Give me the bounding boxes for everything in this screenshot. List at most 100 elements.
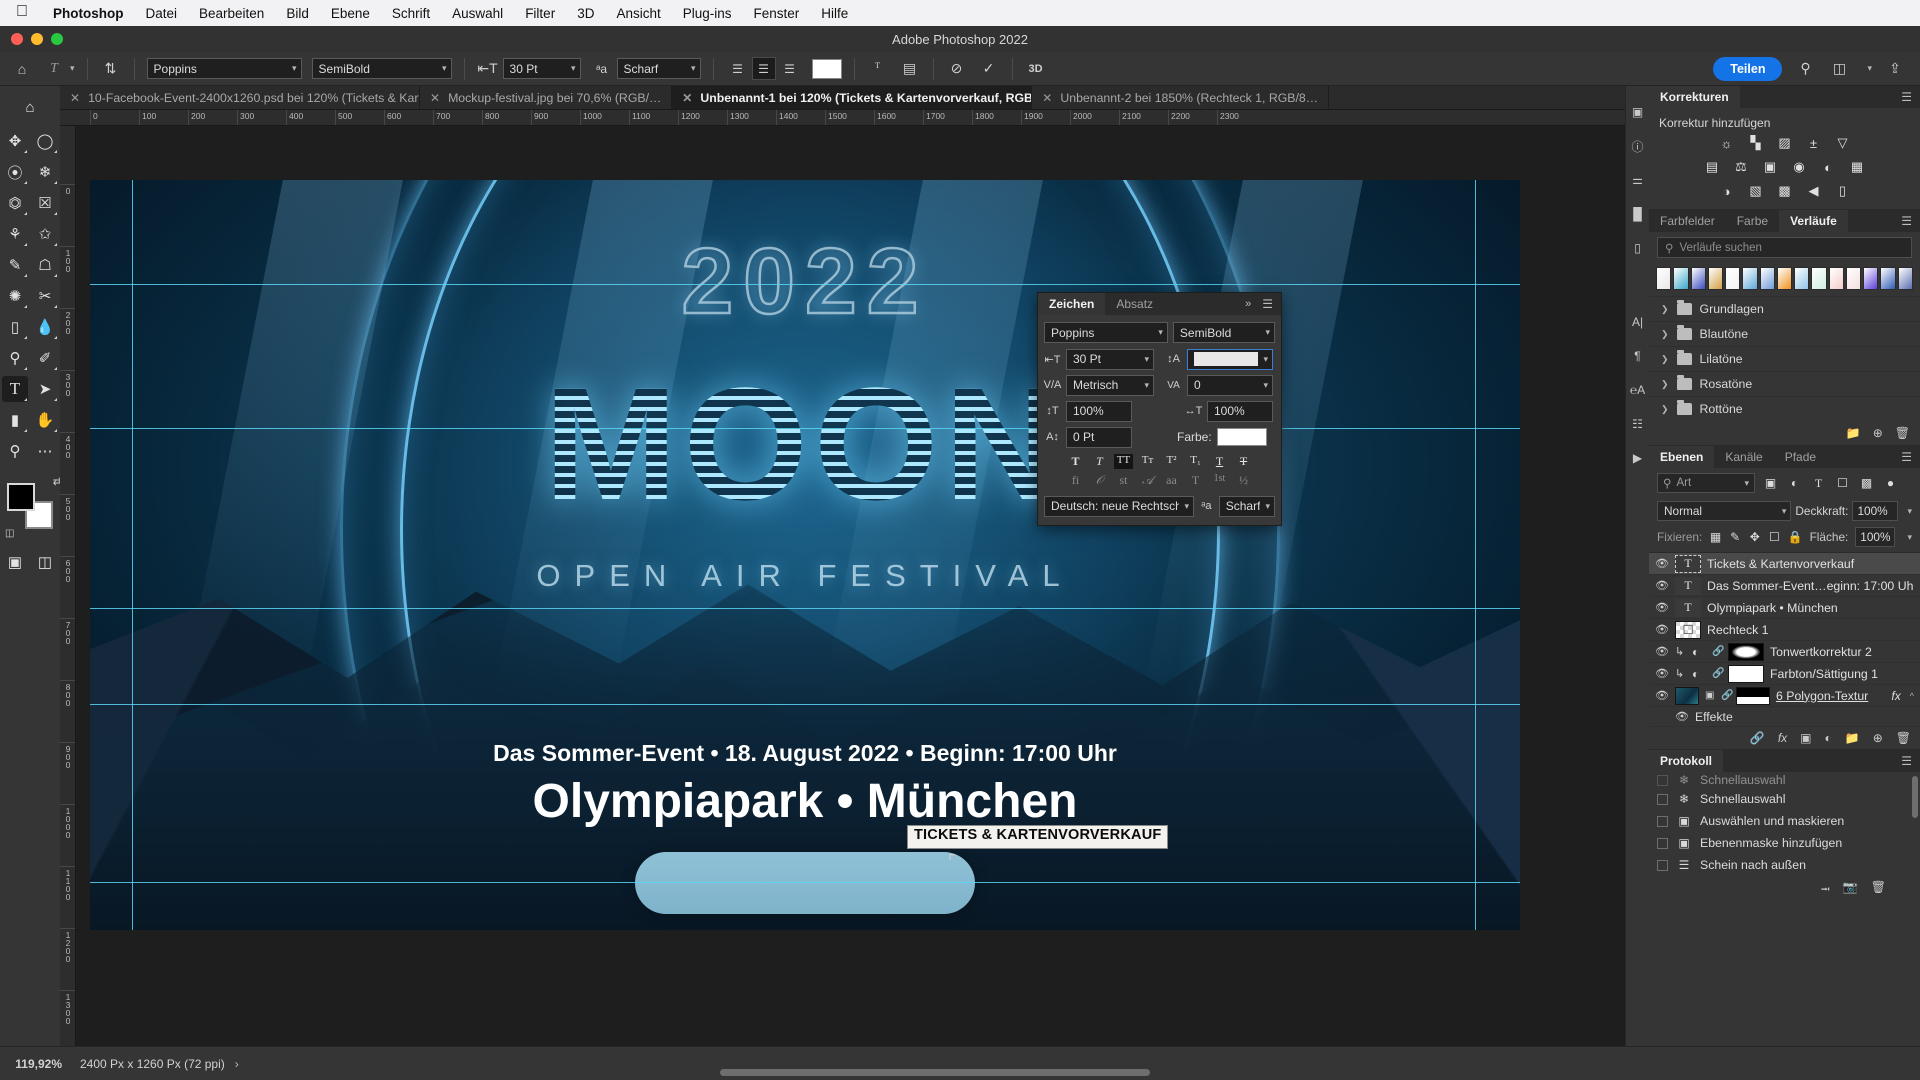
standard-ligatures-icon[interactable]: fi — [1066, 473, 1085, 488]
chevron-down-icon[interactable]: ▾ — [1862, 63, 1872, 74]
history-item[interactable]: ❄ Schnellauswahl — [1649, 772, 1920, 788]
layer-fx-indicator[interactable]: fx — [1891, 689, 1903, 703]
cancel-edit-button[interactable]: ⊘ — [941, 52, 973, 86]
tab-korrekturen[interactable]: Korrekturen — [1649, 86, 1740, 108]
gradient-folder-row[interactable]: ❯ Grundlagen — [1649, 296, 1920, 321]
layer-row[interactable]: 👁 T Das Sommer-Event…eginn: 17:00 Uhr — [1649, 575, 1920, 597]
layer-thumbnail-text[interactable]: T — [1675, 598, 1701, 617]
font-size-control[interactable]: ⇤T 30 Pt ▾ — [472, 52, 586, 86]
3d-button[interactable]: 3D — [1020, 52, 1052, 86]
tab-protokoll[interactable]: Protokoll — [1649, 750, 1724, 772]
chevron-down-icon[interactable]: ▾ — [1902, 506, 1912, 517]
gradient-search-input[interactable]: ⚲ Verläufe suchen — [1657, 237, 1912, 258]
color-panel-icon[interactable]: ▣ — [1628, 102, 1648, 122]
adjustment-icon[interactable]: ◐ — [1692, 645, 1706, 659]
history-item[interactable]: ▣ Auswählen und maskieren — [1649, 810, 1920, 832]
more-tools-icon[interactable]: ⋯ — [32, 438, 58, 464]
new-group-icon[interactable]: 📁 — [1845, 731, 1860, 745]
gradient-map-icon[interactable]: ◀ — [1804, 182, 1824, 200]
paragraph-panel-icon[interactable]: ¶ — [1628, 346, 1648, 366]
history-item[interactable]: ▣ Ebenenmaske hinzufügen — [1649, 832, 1920, 854]
align-right-icon[interactable]: ☰ — [778, 57, 802, 80]
delete-state-icon[interactable]: 🗑 — [1871, 880, 1886, 901]
menu-item-datei[interactable]: Datei — [135, 6, 189, 21]
paragraph-styles-icon[interactable]: ℮A — [1628, 380, 1648, 400]
tab-pfade[interactable]: Pfade — [1774, 446, 1827, 468]
history-item[interactable]: ❄ Schnellauswahl — [1649, 788, 1920, 810]
frame-tool-icon[interactable]: ☒ — [32, 190, 58, 216]
home-button[interactable]: ⌂ — [6, 52, 38, 86]
guide-vertical[interactable] — [132, 180, 133, 930]
adjustment-icon[interactable]: ◐ — [1692, 667, 1706, 681]
vibrance-icon[interactable]: ▽ — [1833, 134, 1853, 152]
layer-row[interactable]: 👁 ↳ ◐ 🔗 Tonwertkorrektur 2 — [1649, 641, 1920, 663]
menu-item-ebene[interactable]: Ebene — [320, 6, 381, 21]
info-panel-icon[interactable]: ⓘ — [1628, 136, 1648, 156]
all-caps-icon[interactable]: TT — [1114, 454, 1133, 469]
share-export-icon[interactable]: ⇪ — [1884, 58, 1906, 80]
menu-item-schrift[interactable]: Schrift — [381, 6, 441, 21]
foreground-color-swatch[interactable] — [7, 483, 35, 511]
layer-visibility-toggle[interactable]: 👁 — [1655, 689, 1669, 702]
artboard[interactable]: 2022 MOON OPEN AIR FESTIVAL Das Sommer-E… — [90, 180, 1520, 930]
artwork-cta-button[interactable] — [635, 852, 975, 914]
document-tab[interactable]: ✕ Unbenannt-2 bei 1850% (Rechteck 1, RGB… — [1032, 86, 1330, 109]
tab-verlaeufe[interactable]: Verläufe — [1779, 210, 1848, 232]
channel-mixer-icon[interactable]: ◐ — [1818, 158, 1838, 176]
layer-visibility-toggle[interactable]: 👁 — [1655, 601, 1669, 614]
lock-artboard-icon[interactable]: ☐ — [1768, 530, 1781, 544]
hand-tool-icon[interactable]: ✋ — [32, 407, 58, 433]
brush-tool-icon[interactable]: ✎ — [2, 252, 28, 278]
close-icon[interactable]: ✕ — [682, 91, 692, 105]
stylistic-alternates-icon[interactable]: aa — [1162, 473, 1181, 488]
swash-icon[interactable]: 𝒜 — [1138, 473, 1157, 488]
tab-farbe[interactable]: Farbe — [1726, 210, 1779, 232]
hue-saturation-icon[interactable]: ▤ — [1702, 158, 1722, 176]
horizontal-scrollbar[interactable] — [720, 1069, 1150, 1076]
layer-mask-thumbnail[interactable] — [1728, 664, 1764, 683]
gradient-preset-chip[interactable] — [1759, 267, 1775, 290]
gradient-preset-chip[interactable] — [1880, 267, 1896, 290]
search-icon[interactable]: ⚲ — [1794, 58, 1816, 80]
history-snapshot-box[interactable] — [1657, 815, 1668, 827]
font-family-select[interactable]: Poppins ▾ — [142, 52, 307, 86]
align-center-icon[interactable]: ☰ — [751, 57, 776, 80]
brightness-contrast-icon[interactable]: ☼ — [1717, 134, 1737, 152]
gradient-preset-chip[interactable] — [1845, 267, 1862, 290]
invert-icon[interactable]: ◑ — [1717, 182, 1737, 200]
tab-zeichen[interactable]: Zeichen — [1038, 293, 1106, 315]
fill-input[interactable]: 100% — [1855, 527, 1896, 547]
anti-alias-control[interactable]: ᵃa Scharf ▾ — [586, 52, 706, 86]
new-layer-icon[interactable]: ⊕ — [1873, 731, 1883, 745]
superscript-icon[interactable]: T² — [1162, 454, 1181, 469]
default-colors-icon[interactable]: ◫ — [5, 528, 14, 539]
guide-horizontal[interactable] — [90, 428, 1520, 429]
libraries-panel-icon[interactable]: ☷ — [1628, 414, 1648, 434]
tab-absatz[interactable]: Absatz — [1105, 293, 1164, 315]
tab-kanaele[interactable]: Kanäle — [1714, 446, 1773, 468]
titling-alternates-icon[interactable]: T — [1186, 473, 1205, 488]
history-brush-tool-icon[interactable]: ✺ — [2, 283, 28, 309]
document-tab-active[interactable]: ✕ Unbenannt-1 bei 120% (Tickets & Karten… — [672, 86, 1033, 109]
selective-color-icon[interactable]: ▯ — [1833, 182, 1853, 200]
close-icon[interactable]: ✕ — [70, 91, 80, 105]
menu-item-plugins[interactable]: Plug-ins — [672, 6, 743, 21]
new-document-from-state-icon[interactable]: ⭲ — [1821, 880, 1830, 901]
healing-brush-tool-icon[interactable]: ✩ — [32, 221, 58, 247]
blur-tool-icon[interactable]: 💧 — [32, 314, 58, 340]
exposure-icon[interactable]: ± — [1804, 134, 1824, 152]
share-button[interactable]: Teilen — [1713, 56, 1783, 81]
vertical-ruler[interactable]: 0 100 200 300 400 500 600 700 800 900 1000 1100 1200… — [60, 126, 76, 1046]
small-caps-icon[interactable]: Tᴛ — [1138, 454, 1157, 469]
layer-visibility-toggle[interactable]: 👁 — [1655, 645, 1669, 658]
active-tool-preset[interactable]: T ▾ — [38, 52, 80, 86]
character-panel[interactable]: Zeichen Absatz » ☰ Poppins ▾ SemiBold ▾ ⇤T… — [1037, 292, 1282, 526]
apple-icon[interactable]:  — [10, 4, 42, 22]
tab-ebenen[interactable]: Ebenen — [1649, 446, 1715, 468]
lock-all-icon[interactable]: 🔒 — [1788, 530, 1803, 544]
font-style-select[interactable]: SemiBold ▾ — [307, 52, 457, 86]
underline-icon[interactable]: T — [1210, 454, 1229, 469]
pen-tool-icon[interactable]: ✐ — [32, 345, 58, 371]
close-icon[interactable]: ✕ — [1042, 91, 1052, 105]
layer-mask-thumbnail[interactable] — [1736, 686, 1770, 705]
